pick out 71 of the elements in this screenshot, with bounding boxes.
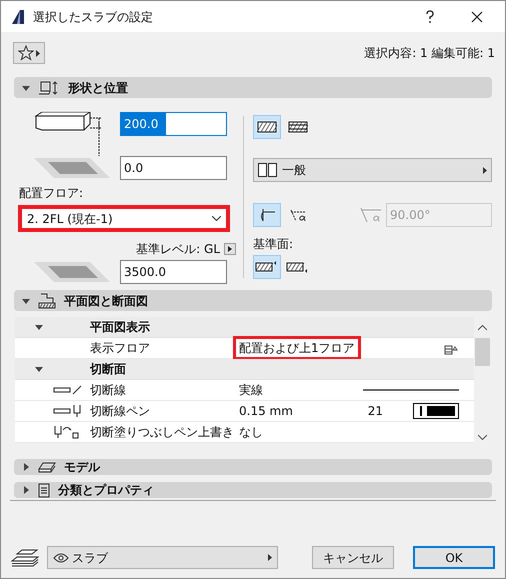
property-label: 切断塗りつぶしペン上書き bbox=[90, 424, 235, 441]
angle-icon bbox=[360, 206, 382, 224]
composite-value: 一般 bbox=[282, 162, 307, 179]
reference-plane-toggle[interactable] bbox=[253, 255, 281, 279]
selection-info: 選択内容: 1 編集可能: 1 bbox=[364, 45, 495, 62]
reference-level-label: 基準レベル: GL bbox=[136, 241, 220, 258]
close-icon[interactable] bbox=[471, 10, 483, 22]
edge-toggle[interactable] bbox=[253, 203, 281, 227]
reference-plane-label: 基準面: bbox=[253, 236, 294, 253]
property-label: 表示フロア bbox=[90, 340, 151, 357]
disclosure-icon[interactable] bbox=[35, 365, 43, 373]
composite-dropdown[interactable]: 一般 bbox=[253, 158, 492, 182]
chevron-down-icon bbox=[212, 216, 221, 221]
section-header[interactable]: 平面図と断面図 bbox=[14, 290, 492, 311]
thickness-field[interactable]: 200.0 bbox=[120, 112, 227, 136]
property-value[interactable]: 0.15 mm bbox=[236, 402, 296, 420]
help-icon[interactable] bbox=[425, 10, 435, 24]
offset-field[interactable]: 0.0 bbox=[120, 156, 227, 180]
hatched-slab-icon bbox=[257, 121, 277, 133]
menu-arrow-icon bbox=[268, 554, 272, 561]
property-value[interactable]: 配置および上1フロア bbox=[236, 339, 358, 357]
property-label: 切断線 bbox=[90, 382, 127, 399]
floor-dropdown[interactable]: 2. 2FL (現在-1) bbox=[18, 205, 230, 232]
eye-icon bbox=[53, 552, 69, 562]
section-header[interactable]: 形状と位置 bbox=[14, 77, 492, 98]
disclosure-icon[interactable] bbox=[35, 323, 43, 331]
structure-toggle[interactable] bbox=[253, 115, 281, 139]
hatched-slab-icon bbox=[288, 121, 308, 133]
floor-label: 配置フロア: bbox=[19, 185, 84, 202]
star-icon bbox=[18, 45, 34, 61]
caret-icon bbox=[36, 50, 40, 56]
group-label: 平面図表示 bbox=[90, 319, 150, 336]
layer-dropdown[interactable]: スラブ bbox=[47, 546, 278, 569]
property-label: 切断線ペン bbox=[90, 403, 151, 420]
line-type-icon bbox=[53, 385, 83, 395]
property-value[interactable]: 実線 bbox=[236, 381, 266, 399]
angled-edge-icon bbox=[289, 208, 307, 222]
disclosure-icon[interactable] bbox=[22, 296, 30, 304]
composite-icon bbox=[258, 163, 278, 177]
layer-name: スラブ bbox=[72, 550, 109, 566]
menu-arrow-icon bbox=[483, 166, 487, 174]
disclosure-icon[interactable] bbox=[22, 84, 30, 92]
favorites-button[interactable] bbox=[13, 42, 45, 64]
scroll-down-icon[interactable] bbox=[478, 434, 487, 440]
group-label: 切断面 bbox=[90, 361, 126, 378]
elevation-field[interactable]: 3500.0 bbox=[120, 260, 227, 284]
layers-icon bbox=[11, 548, 39, 566]
section-header[interactable]: 分類とプロパティ bbox=[14, 482, 492, 498]
reference-plane-icon bbox=[255, 260, 279, 274]
window-title: 選択したスラブの設定 bbox=[33, 8, 153, 26]
property-value[interactable]: なし bbox=[236, 423, 266, 441]
pen-number: 21 bbox=[368, 403, 383, 420]
pen-sample[interactable] bbox=[413, 403, 459, 419]
section-title: 分類とプロパティ bbox=[58, 482, 154, 499]
floor-plan-icon bbox=[38, 292, 56, 308]
disclosure-icon[interactable] bbox=[22, 486, 30, 494]
disclosure-icon[interactable] bbox=[22, 463, 30, 471]
section-title: モデル bbox=[64, 459, 100, 476]
pen-icon bbox=[53, 404, 83, 418]
reference-plane-icon bbox=[286, 260, 310, 274]
section-title: 形状と位置 bbox=[68, 80, 128, 96]
vertical-edge-icon bbox=[258, 208, 276, 222]
app-logo-icon bbox=[11, 8, 25, 24]
scrollbar-thumb[interactable] bbox=[475, 338, 490, 366]
dialog-button[interactable]: キャンセル bbox=[312, 546, 394, 569]
geometry-icon bbox=[38, 80, 60, 94]
document-icon bbox=[38, 482, 50, 498]
scroll-up-icon[interactable] bbox=[478, 325, 487, 331]
section-header[interactable]: モデル bbox=[14, 459, 492, 475]
section-title: 平面図と断面図 bbox=[64, 292, 148, 310]
dialog-button[interactable]: OK bbox=[413, 546, 495, 569]
